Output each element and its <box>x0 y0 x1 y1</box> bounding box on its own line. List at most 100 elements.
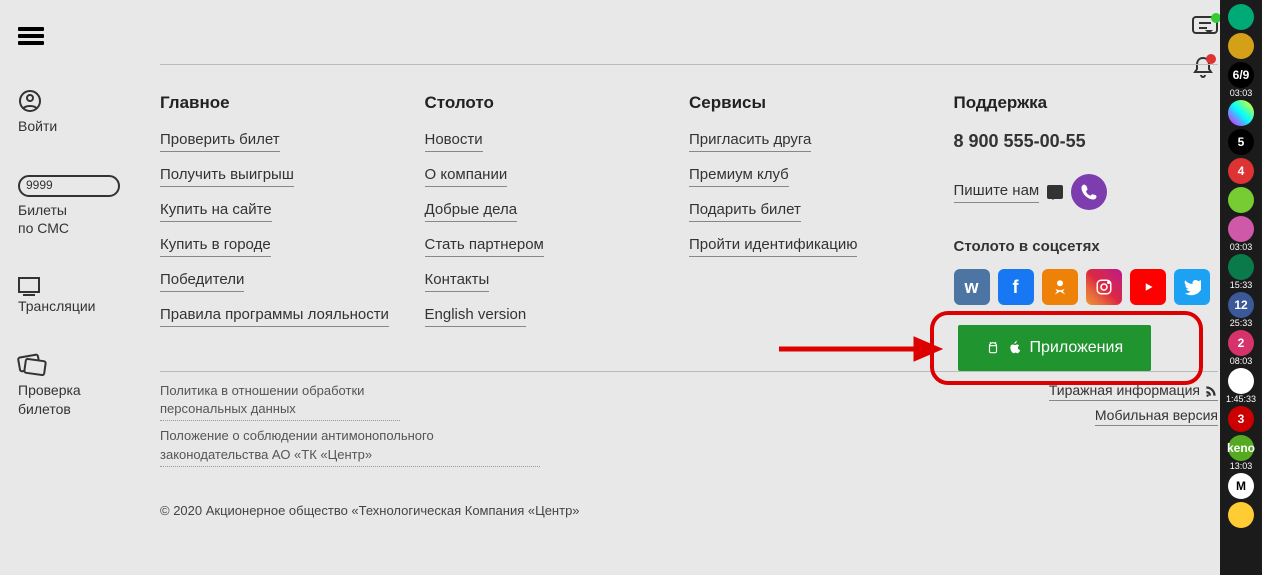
youtube-icon[interactable] <box>1130 269 1166 305</box>
col-main-heading: Главное <box>160 93 425 113</box>
rail-game-11[interactable]: 1:45:33 <box>1223 368 1259 404</box>
rail-game-0[interactable] <box>1223 4 1259 31</box>
facebook-icon[interactable]: f <box>998 269 1034 305</box>
rail-game-timer: 03:03 <box>1223 243 1259 252</box>
link-buy-online[interactable]: Купить на сайте <box>160 201 272 222</box>
copyright-text: © 2020 Акционерное общество «Технологиче… <box>160 503 1218 518</box>
link-about[interactable]: О компании <box>425 166 508 187</box>
rail-game-icon <box>1228 216 1254 242</box>
rail-game-7[interactable]: 03:03 <box>1223 216 1259 252</box>
footer-col-support: Поддержка 8 900 555-00-55 Пишите нам Сто… <box>954 93 1219 341</box>
rail-game-9[interactable]: 1225:33 <box>1223 292 1259 328</box>
link-winners[interactable]: Победители <box>160 271 244 292</box>
link-invite[interactable]: Пригласить друга <box>689 131 811 152</box>
rail-game-icon: 12 <box>1228 292 1254 318</box>
annotation-arrow <box>774 329 944 369</box>
rail-game-icon <box>1228 368 1254 394</box>
broadcasts-label: Трансляции <box>18 298 95 314</box>
rail-game-icon: 4 <box>1228 158 1254 184</box>
rail-game-timer: 13:03 <box>1223 462 1259 471</box>
user-circle-icon <box>18 89 42 113</box>
chat-icon[interactable] <box>1192 16 1218 38</box>
instagram-icon[interactable] <box>1086 269 1122 305</box>
annotation-highlight-box: Приложения <box>930 311 1204 385</box>
rail-game-6[interactable] <box>1223 187 1259 214</box>
link-check-ticket[interactable]: Проверить билет <box>160 131 280 152</box>
viber-icon[interactable] <box>1071 174 1107 210</box>
footer-col-main: Главное Проверить билет Получить выигрыш… <box>160 93 425 341</box>
link-good-deeds[interactable]: Добрые дела <box>425 201 518 222</box>
apps-button[interactable]: Приложения <box>958 325 1152 371</box>
login-label: Войти <box>18 118 57 134</box>
odnoklassniki-icon[interactable] <box>1042 269 1078 305</box>
rail-game-icon <box>1228 254 1254 280</box>
rss-icon <box>1204 384 1218 398</box>
social-links: w f <box>954 269 1219 305</box>
rail-game-8[interactable]: 15:33 <box>1223 254 1259 290</box>
rail-game-timer: 03:03 <box>1223 89 1259 98</box>
col-stoloto-heading: Столото <box>425 93 690 113</box>
col-services-heading: Сервисы <box>689 93 954 113</box>
link-english[interactable]: English version <box>425 306 527 327</box>
rail-game-2[interactable]: 6/903:03 <box>1223 62 1259 98</box>
sms-tickets-label-2: по СМС <box>18 220 69 236</box>
check-label-1: Проверка <box>18 382 81 398</box>
rail-game-icon <box>1228 4 1254 30</box>
check-tickets-nav[interactable]: Проверка билетов <box>18 355 120 417</box>
sms-tickets-label-1: Билеты <box>18 202 67 218</box>
write-us-link[interactable]: Пишите нам <box>954 182 1040 203</box>
rail-game-icon: keno <box>1228 435 1254 461</box>
tv-icon <box>18 277 40 293</box>
link-buy-city[interactable]: Купить в городе <box>160 236 271 257</box>
rail-game-icon <box>1228 502 1254 528</box>
legal-links: Политика в отношении обработки персональ… <box>160 382 1049 473</box>
rail-game-10[interactable]: 208:03 <box>1223 330 1259 366</box>
rail-game-14[interactable]: M <box>1223 473 1259 500</box>
rail-game-icon <box>1228 33 1254 59</box>
games-rail: 6/903:035403:0315:331225:33208:031:45:33… <box>1220 0 1262 575</box>
link-loyalty-rules[interactable]: Правила программы лояльности <box>160 306 389 327</box>
login-nav[interactable]: Войти <box>18 89 120 135</box>
rail-game-icon: 5 <box>1228 129 1254 155</box>
rail-game-5[interactable]: 4 <box>1223 158 1259 185</box>
rail-game-icon <box>1228 187 1254 213</box>
link-privacy-policy[interactable]: Политика в отношении обработки персональ… <box>160 382 400 421</box>
broadcasts-nav[interactable]: Трансляции <box>18 277 120 315</box>
link-identification[interactable]: Пройти идентификацию <box>689 236 857 257</box>
link-mobile-version[interactable]: Мобильная версия <box>1095 407 1218 426</box>
link-contacts[interactable]: Контакты <box>425 271 490 292</box>
menu-hamburger-icon[interactable] <box>18 27 44 49</box>
rail-game-icon <box>1228 100 1254 126</box>
rail-game-timer: 1:45:33 <box>1223 395 1259 404</box>
rail-game-3[interactable] <box>1223 100 1259 127</box>
rail-game-4[interactable]: 5 <box>1223 129 1259 156</box>
rail-game-icon: 3 <box>1228 406 1254 432</box>
bell-notification-dot <box>1206 54 1216 64</box>
page-footer: Главное Проверить билет Получить выигрыш… <box>160 64 1218 518</box>
socials-heading: Столото в соцсетях <box>954 238 1219 255</box>
link-partner[interactable]: Стать партнером <box>425 236 544 257</box>
rail-game-13[interactable]: keno13:03 <box>1223 435 1259 471</box>
android-icon <box>986 340 1000 356</box>
link-get-winnings[interactable]: Получить выигрыш <box>160 166 294 187</box>
link-premium[interactable]: Премиум клуб <box>689 166 789 187</box>
rail-game-1[interactable] <box>1223 33 1259 60</box>
rail-game-timer: 25:33 <box>1223 319 1259 328</box>
twitter-icon[interactable] <box>1174 269 1210 305</box>
rail-game-15[interactable] <box>1223 502 1259 529</box>
link-gift-ticket[interactable]: Подарить билет <box>689 201 801 222</box>
col-support-heading: Поддержка <box>954 93 1219 113</box>
footer-col-stoloto: Столото Новости О компании Добрые дела С… <box>425 93 690 341</box>
sms-tickets-nav[interactable]: 9999 Билеты по СМС <box>18 175 120 237</box>
rail-game-12[interactable]: 3 <box>1223 406 1259 433</box>
link-news[interactable]: Новости <box>425 131 483 152</box>
tickets-icon <box>18 355 46 377</box>
rail-game-icon: 6/9 <box>1228 62 1254 88</box>
divider <box>160 64 1218 65</box>
check-label-2: билетов <box>18 401 71 417</box>
vk-icon[interactable]: w <box>954 269 990 305</box>
sms-badge-icon: 9999 <box>18 175 120 197</box>
rail-game-icon: 2 <box>1228 330 1254 356</box>
rail-game-timer: 08:03 <box>1223 357 1259 366</box>
link-antimonopoly[interactable]: Положение о соблюдении антимонопольного … <box>160 427 540 466</box>
